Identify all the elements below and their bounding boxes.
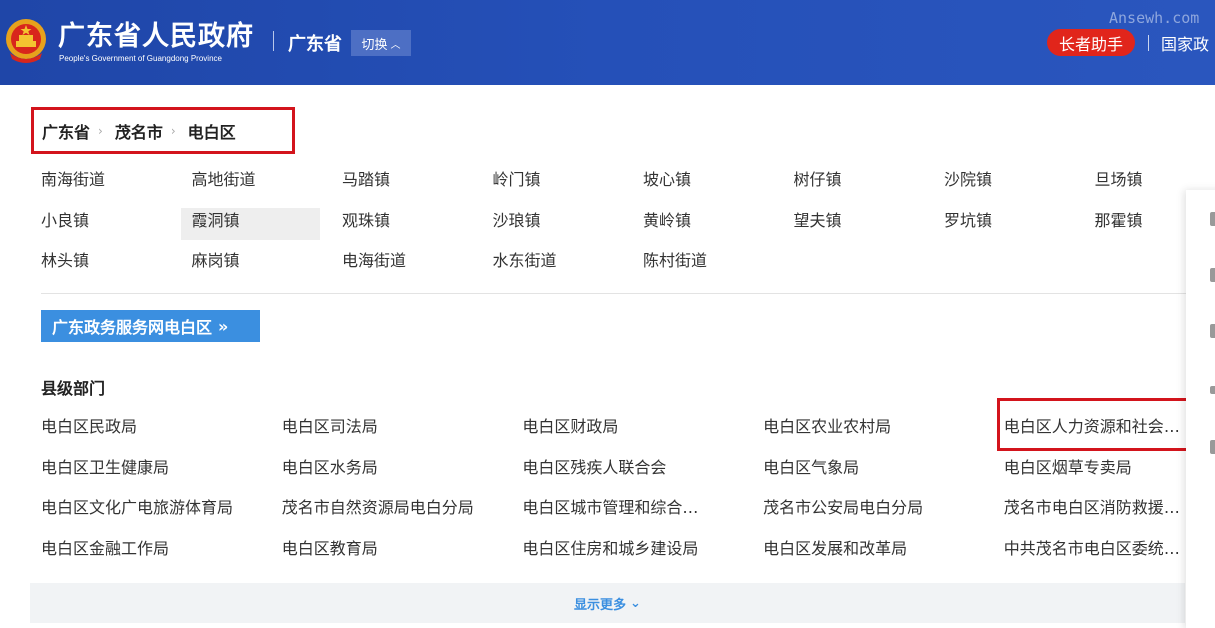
floating-side-panel[interactable] bbox=[1186, 190, 1215, 628]
header-divider-right bbox=[1148, 35, 1149, 51]
side-tool-icon[interactable] bbox=[1210, 324, 1215, 338]
department-link[interactable]: 电白区金融工作局 bbox=[41, 538, 233, 560]
department-link[interactable]: 电白区农业农村局 bbox=[763, 416, 955, 438]
side-tool-icon[interactable] bbox=[1210, 268, 1215, 282]
breadcrumb-city[interactable]: 茂名市 bbox=[115, 119, 163, 143]
town-link[interactable]: 陈村街道 bbox=[643, 248, 782, 280]
department-link[interactable]: 电白区残疾人联合会 bbox=[522, 457, 714, 479]
section-divider bbox=[41, 293, 1191, 294]
department-link[interactable]: 电白区烟草专卖局 bbox=[1004, 457, 1186, 479]
department-link[interactable]: 中共茂名市电白区委统战部 bbox=[1004, 538, 1186, 560]
chevron-right-icon: › bbox=[98, 123, 103, 138]
town-link[interactable]: 树仔镇 bbox=[794, 167, 933, 199]
town-link[interactable]: 黄岭镇 bbox=[643, 208, 782, 240]
highlight-box bbox=[997, 398, 1195, 451]
government-subtitle: People's Government of Guangdong Provinc… bbox=[59, 54, 222, 63]
department-link[interactable]: 茂名市电白区消防救援大队 bbox=[1004, 497, 1186, 519]
town-link[interactable]: 罗坑镇 bbox=[944, 208, 1083, 240]
watermark: Ansewh.com bbox=[1109, 9, 1200, 27]
town-link[interactable]: 沙院镇 bbox=[944, 167, 1083, 199]
town-link[interactable]: 水东街道 bbox=[493, 248, 632, 280]
town-link[interactable]: 观珠镇 bbox=[342, 208, 481, 240]
side-tool-icon[interactable] bbox=[1210, 212, 1215, 226]
town-link[interactable]: 南海街道 bbox=[41, 167, 180, 199]
county-departments-title: 县级部门 bbox=[41, 379, 106, 398]
show-more-label: 显示更多 bbox=[574, 597, 627, 613]
gd-service-portal-button[interactable]: 广东政务服务网电白区 » bbox=[41, 310, 260, 342]
service-button-label: 广东政务服务网电白区 bbox=[52, 318, 213, 337]
current-region: 广东省 bbox=[288, 34, 342, 55]
department-link[interactable]: 电白区发展和改革局 bbox=[763, 538, 955, 560]
chevron-down-icon: ⌄ bbox=[630, 595, 641, 611]
department-link[interactable]: 电白区气象局 bbox=[763, 457, 955, 479]
region-switch-button[interactable]: 切换 ︿ bbox=[351, 30, 411, 56]
show-more-button[interactable]: 显示更多 ⌄ bbox=[30, 583, 1185, 623]
town-link[interactable]: 马踏镇 bbox=[342, 167, 481, 199]
site-header: 广东省人民政府 People's Government of Guangdong… bbox=[0, 0, 1215, 85]
breadcrumb-district[interactable]: 电白区 bbox=[188, 119, 236, 143]
header-divider bbox=[273, 31, 274, 51]
side-tool-icon[interactable] bbox=[1210, 440, 1215, 454]
town-link[interactable]: 坡心镇 bbox=[643, 167, 782, 199]
elder-assistant-button[interactable]: 长者助手 bbox=[1047, 29, 1135, 56]
town-link[interactable]: 岭门镇 bbox=[493, 167, 632, 199]
double-chevron-right-icon: » bbox=[218, 316, 229, 336]
town-link[interactable]: 高地街道 bbox=[192, 167, 331, 199]
department-link[interactable]: 电白区财政局 bbox=[522, 416, 714, 438]
department-link[interactable]: 电白区教育局 bbox=[282, 538, 474, 560]
department-link[interactable]: 电白区文化广电旅游体育局 bbox=[41, 497, 233, 519]
town-link[interactable]: 沙琅镇 bbox=[493, 208, 632, 240]
department-link[interactable]: 电白区司法局 bbox=[282, 416, 474, 438]
town-link[interactable]: 林头镇 bbox=[41, 248, 180, 280]
department-link[interactable]: 电白区卫生健康局 bbox=[41, 457, 233, 479]
town-link[interactable]: 霞洞镇 bbox=[180, 207, 320, 240]
breadcrumb-province[interactable]: 广东省 bbox=[42, 119, 90, 143]
government-title[interactable]: 广东省人民政府 bbox=[58, 14, 254, 53]
breadcrumb: 广东省 › 茂名市 › 电白区 bbox=[31, 107, 295, 154]
chevron-right-icon: › bbox=[170, 123, 176, 138]
national-emblem-icon bbox=[6, 19, 46, 63]
department-link[interactable]: 茂名市公安局电白分局 bbox=[763, 497, 955, 519]
town-link[interactable]: 望夫镇 bbox=[794, 208, 933, 240]
department-link[interactable]: 茂名市自然资源局电白分局 bbox=[282, 497, 474, 519]
switch-label: 切换 bbox=[361, 37, 388, 53]
town-link[interactable]: 电海街道 bbox=[342, 248, 481, 280]
department-link[interactable]: 电白区城市管理和综合执法局 bbox=[522, 497, 714, 519]
national-gov-link[interactable]: 国家政 bbox=[1161, 31, 1209, 55]
town-link[interactable]: 小良镇 bbox=[41, 208, 180, 240]
department-link[interactable]: 电白区民政局 bbox=[41, 416, 233, 438]
department-link[interactable]: 电白区水务局 bbox=[282, 457, 474, 479]
department-link[interactable]: 电白区住房和城乡建设局 bbox=[522, 538, 714, 560]
chevron-up-icon: ︿ bbox=[390, 39, 401, 51]
town-link[interactable]: 麻岗镇 bbox=[192, 248, 331, 280]
side-tool-icon[interactable] bbox=[1210, 386, 1215, 394]
